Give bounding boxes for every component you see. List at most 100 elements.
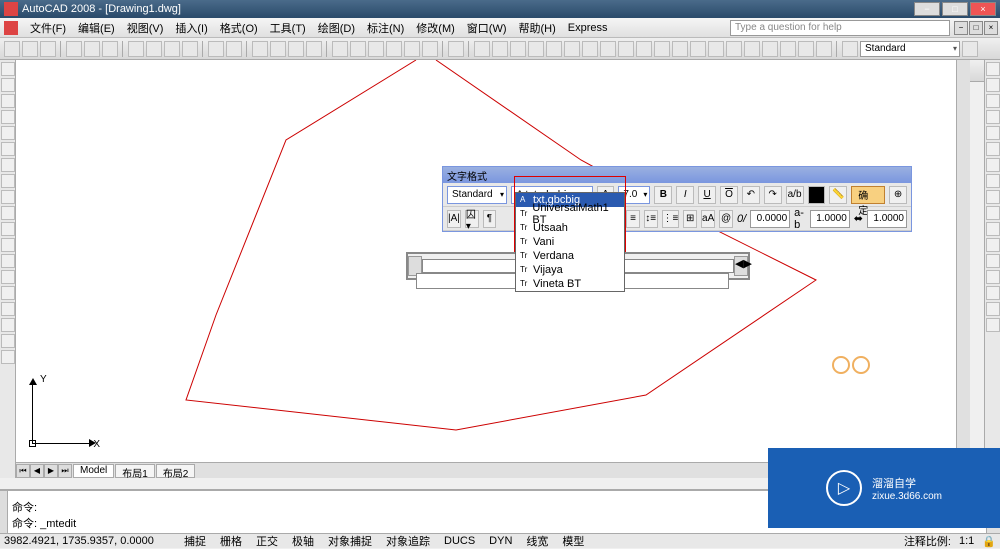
paragraph-button[interactable]: ¶ [483, 210, 497, 228]
ellipse-icon[interactable] [1, 206, 15, 220]
circle-icon[interactable] [1, 158, 15, 172]
help-search-input[interactable]: Type a question for help [730, 20, 950, 36]
table-icon[interactable] [1, 334, 15, 348]
textstyle-manager-icon[interactable] [962, 41, 978, 57]
stack-button[interactable]: a/b [786, 186, 804, 204]
tab-first-button[interactable]: ⏮ [16, 464, 30, 478]
menu-help[interactable]: 帮助(H) [513, 18, 562, 38]
font-dropdown-list[interactable]: Atxt,gbcbig TrUniversalMath1 BT TrUtsaah… [515, 192, 625, 292]
sheet-set-icon[interactable] [386, 41, 402, 57]
app-icon-small[interactable] [4, 21, 18, 35]
font-option[interactable]: TrVani [516, 235, 624, 249]
jogged-linear-icon[interactable] [762, 41, 778, 57]
open-icon[interactable] [22, 41, 38, 57]
design-center-icon[interactable] [350, 41, 366, 57]
quickcalc-icon[interactable] [422, 41, 438, 57]
dim-baseline-icon[interactable] [636, 41, 652, 57]
copy-icon[interactable] [146, 41, 162, 57]
plot-icon[interactable] [66, 41, 82, 57]
zoom-window-icon[interactable] [288, 41, 304, 57]
spline-icon[interactable] [1, 190, 15, 204]
new-icon[interactable] [4, 41, 20, 57]
vertical-scrollbar[interactable] [956, 60, 970, 462]
redo-text-button[interactable]: ↷ [764, 186, 782, 204]
command-window-grip[interactable] [0, 491, 8, 533]
array-icon[interactable] [986, 126, 1000, 140]
ellipse-arc-icon[interactable] [1, 222, 15, 236]
gradient-icon[interactable] [1, 302, 15, 316]
dim-edit-icon[interactable] [780, 41, 796, 57]
pan-icon[interactable] [252, 41, 268, 57]
polyline-icon[interactable] [1, 94, 15, 108]
xline-icon[interactable] [1, 78, 15, 92]
overline-button[interactable]: O [720, 186, 738, 204]
oblique-input[interactable] [750, 210, 790, 228]
tab-model[interactable]: Model [73, 464, 114, 478]
polar-toggle[interactable]: 极轴 [288, 533, 318, 549]
dim-text-edit-icon[interactable] [798, 41, 814, 57]
bold-button[interactable]: B [654, 186, 672, 204]
tracking-input[interactable] [810, 210, 850, 228]
menu-modify[interactable]: 修改(M) [410, 18, 461, 38]
coordinates-display[interactable]: 3982.4921, 1735.9357, 0.0000 [4, 535, 174, 547]
copy-object-icon[interactable] [986, 78, 1000, 92]
textstyle-combo[interactable]: Standard [860, 41, 960, 57]
menu-file[interactable]: 文件(F) [24, 18, 72, 38]
grid-toggle[interactable]: 栅格 [216, 533, 246, 549]
underline-button[interactable]: U [698, 186, 716, 204]
otrack-toggle[interactable]: 对象追踪 [382, 533, 434, 549]
dim-space-icon[interactable] [672, 41, 688, 57]
uppercase-button[interactable]: aA [701, 210, 715, 228]
cut-icon[interactable] [128, 41, 144, 57]
break-icon[interactable] [986, 254, 1000, 268]
dim-angular-icon[interactable] [600, 41, 616, 57]
break-at-point-icon[interactable] [986, 238, 1000, 252]
menu-tools[interactable]: 工具(T) [264, 18, 312, 38]
trim-icon[interactable] [986, 206, 1000, 220]
dim-ordinate-icon[interactable] [528, 41, 544, 57]
menu-draw[interactable]: 绘图(D) [312, 18, 361, 38]
font-option[interactable]: TrVerdana [516, 249, 624, 263]
tab-next-button[interactable]: ▶ [44, 464, 58, 478]
linespacing-button[interactable]: ↕≡ [644, 210, 658, 228]
doc-minimize-button[interactable]: − [954, 21, 968, 35]
undo-text-button[interactable]: ↶ [742, 186, 760, 204]
dyn-toggle[interactable]: DYN [485, 535, 516, 547]
tool-palettes-icon[interactable] [368, 41, 384, 57]
font-option[interactable]: TrVineta BT [516, 277, 624, 291]
preview-icon[interactable] [84, 41, 100, 57]
dim-linear-icon[interactable] [474, 41, 490, 57]
arc-icon[interactable] [1, 142, 15, 156]
match-props-icon[interactable] [182, 41, 198, 57]
menu-express[interactable]: Express [562, 20, 614, 36]
fillet-icon[interactable] [986, 302, 1000, 316]
mtext-icon[interactable] [842, 41, 858, 57]
dim-continue-icon[interactable] [654, 41, 670, 57]
font-option[interactable]: TrVijaya [516, 263, 624, 277]
redo-icon[interactable] [226, 41, 242, 57]
menu-insert[interactable]: 插入(I) [169, 18, 213, 38]
line-icon[interactable] [1, 62, 15, 76]
help-icon[interactable] [448, 41, 464, 57]
tab-layout2[interactable]: 布局2 [156, 464, 196, 478]
mtext-tool-icon[interactable] [1, 350, 15, 364]
lwt-toggle[interactable]: 线宽 [522, 533, 552, 549]
zoom-previous-icon[interactable] [306, 41, 322, 57]
menu-format[interactable]: 格式(O) [214, 18, 264, 38]
annoscale-value[interactable]: 1:1 [959, 535, 974, 547]
explode-icon[interactable] [986, 318, 1000, 332]
width-factor-input[interactable] [867, 210, 907, 228]
doc-restore-button[interactable]: □ [969, 21, 983, 35]
make-block-icon[interactable] [1, 254, 15, 268]
publish-icon[interactable] [102, 41, 118, 57]
menu-view[interactable]: 视图(V) [121, 18, 170, 38]
ducs-toggle[interactable]: DUCS [440, 535, 479, 547]
mirror-icon[interactable] [986, 94, 1000, 108]
dim-quick-icon[interactable] [618, 41, 634, 57]
dim-jogged-icon[interactable] [564, 41, 580, 57]
columns-button[interactable]: |A| [447, 210, 461, 228]
dim-break-icon[interactable] [690, 41, 706, 57]
tab-prev-button[interactable]: ◀ [30, 464, 44, 478]
symbol-button[interactable]: @ [719, 210, 733, 228]
tolerance-icon[interactable] [708, 41, 724, 57]
